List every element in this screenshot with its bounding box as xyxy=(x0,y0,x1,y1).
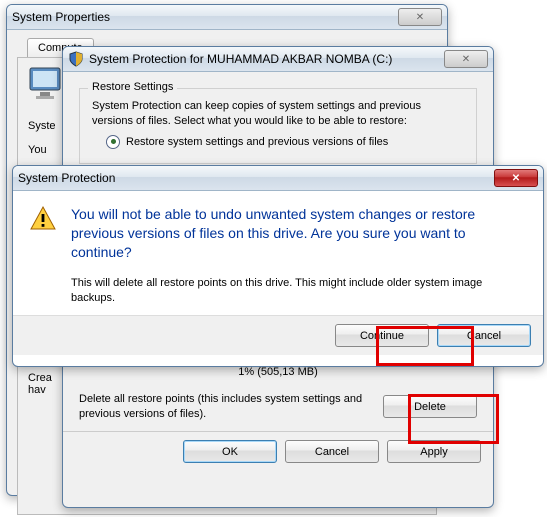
window-title: System Protection for MUHAMMAD AKBAR NOM… xyxy=(89,52,444,66)
group-title: Restore Settings xyxy=(88,81,177,93)
confirm-dialog: System Protection ✕ You will not be able… xyxy=(12,165,544,367)
radio-icon xyxy=(106,135,120,149)
close-button[interactable]: ✕ xyxy=(398,8,442,26)
disk-usage-text: 1% (505,13 MB) xyxy=(79,366,477,378)
warning-icon xyxy=(29,205,57,233)
radio-restore-all[interactable]: Restore system settings and previous ver… xyxy=(106,135,464,149)
radio-label: Restore system settings and previous ver… xyxy=(126,136,388,148)
delete-desc: Delete all restore points (this includes… xyxy=(79,392,367,422)
continue-button[interactable]: Continue xyxy=(335,324,429,347)
window-title: System Properties xyxy=(12,10,398,24)
delete-button[interactable]: Delete xyxy=(383,395,477,418)
titlebar: System Protection ✕ xyxy=(13,166,543,191)
titlebar: System Properties ✕ xyxy=(7,5,447,30)
dialog-buttons: OK Cancel Apply xyxy=(63,432,493,471)
group-desc: System Protection can keep copies of sys… xyxy=(92,99,464,129)
titlebar: System Protection for MUHAMMAD AKBAR NOM… xyxy=(63,47,493,72)
shield-icon xyxy=(68,51,84,67)
confirm-buttons: Continue Cancel xyxy=(13,316,543,355)
close-button[interactable]: ✕ xyxy=(444,50,488,68)
confirm-heading: You will not be able to undo unwanted sy… xyxy=(71,205,527,262)
cancel-button[interactable]: Cancel xyxy=(437,324,531,347)
window-title: System Protection xyxy=(18,171,494,185)
apply-button[interactable]: Apply xyxy=(387,440,481,463)
confirm-body: This will delete all restore points on t… xyxy=(71,276,527,306)
cancel-button[interactable]: Cancel xyxy=(285,440,379,463)
restore-settings-group: Restore Settings System Protection can k… xyxy=(79,88,477,164)
ok-button[interactable]: OK xyxy=(183,440,277,463)
close-button[interactable]: ✕ xyxy=(494,169,538,187)
